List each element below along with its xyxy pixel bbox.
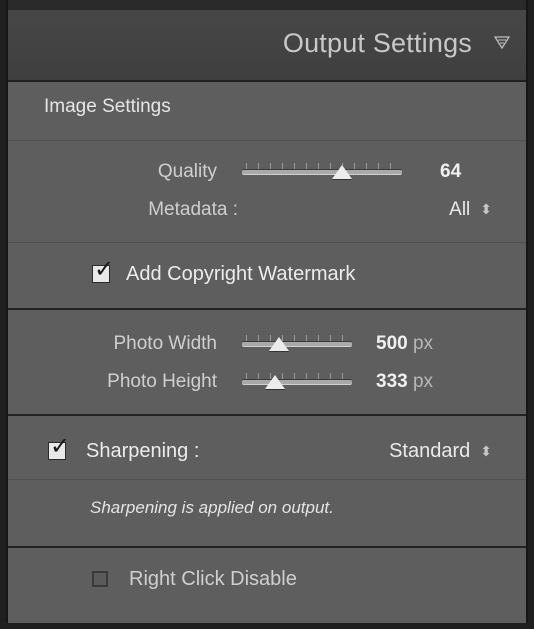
quality-slider-thumb[interactable] [332,165,352,179]
quality-slider-track [242,169,402,175]
right-click-label[interactable]: Right Click Disable [129,568,297,591]
photo-height-slider-track [242,379,352,385]
panel-header[interactable]: Output Settings [8,10,526,82]
photo-height-value: 333 px [376,371,433,393]
divider [8,242,526,243]
image-settings-heading: Image Settings [44,96,171,117]
quality-slider[interactable] [242,163,402,179]
metadata-label: Metadata : [148,199,238,220]
sharpening-section: ✓ Sharpening : Standard ⬍ Sharpening is a… [8,416,526,546]
image-size-section: Photo Width 500 px Photo Height 333 px [8,310,526,414]
photo-width-slider-thumb[interactable] [269,337,289,351]
sharpening-label[interactable]: Sharpening : [86,440,199,463]
up-down-arrows-icon: ⬍ [480,443,492,459]
panel-title: Output Settings [282,28,472,58]
photo-width-value: 500 px [376,333,433,355]
photo-height-label: Photo Height [107,371,217,392]
output-settings-panel: Output Settings Image Settings Quality 6… [6,0,528,623]
photo-height-number: 333 [376,371,408,392]
watermark-label[interactable]: Add Copyright Watermark [126,263,355,286]
photo-width-unit: px [412,333,434,354]
image-settings-header[interactable]: Image Settings [8,82,526,141]
sharpening-select-value: Standard [389,440,471,462]
sharpening-note: Sharpening is applied on output. [90,498,334,517]
watermark-checkbox[interactable]: ✓ [92,258,114,283]
photo-width-slider-track [242,341,352,347]
up-down-arrows-icon: ⬍ [480,201,492,217]
metadata-select-value: All [449,199,471,220]
right-click-section: Right Click Disable [8,548,526,623]
sharpening-select[interactable]: Standard ⬍ [389,440,492,463]
image-settings-section: Image Settings Quality 64 Metadata : All… [8,82,526,308]
metadata-select[interactable]: All ⬍ [449,199,492,221]
photo-width-label: Photo Width [113,333,218,354]
photo-width-slider[interactable] [242,335,352,351]
photo-height-slider[interactable] [242,373,352,389]
photo-height-unit: px [412,371,434,392]
right-click-checkbox[interactable] [92,571,108,587]
checkmark-icon: ✓ [50,433,71,460]
quality-value: 64 [440,161,462,182]
quality-label: Quality [157,161,217,182]
sharpening-checkbox[interactable]: ✓ [48,435,70,460]
photo-width-number: 500 [376,333,408,354]
checkmark-icon: ✓ [94,256,115,283]
divider [8,479,526,480]
photo-height-slider-thumb[interactable] [265,375,285,389]
triangle-down-icon[interactable] [494,34,510,50]
